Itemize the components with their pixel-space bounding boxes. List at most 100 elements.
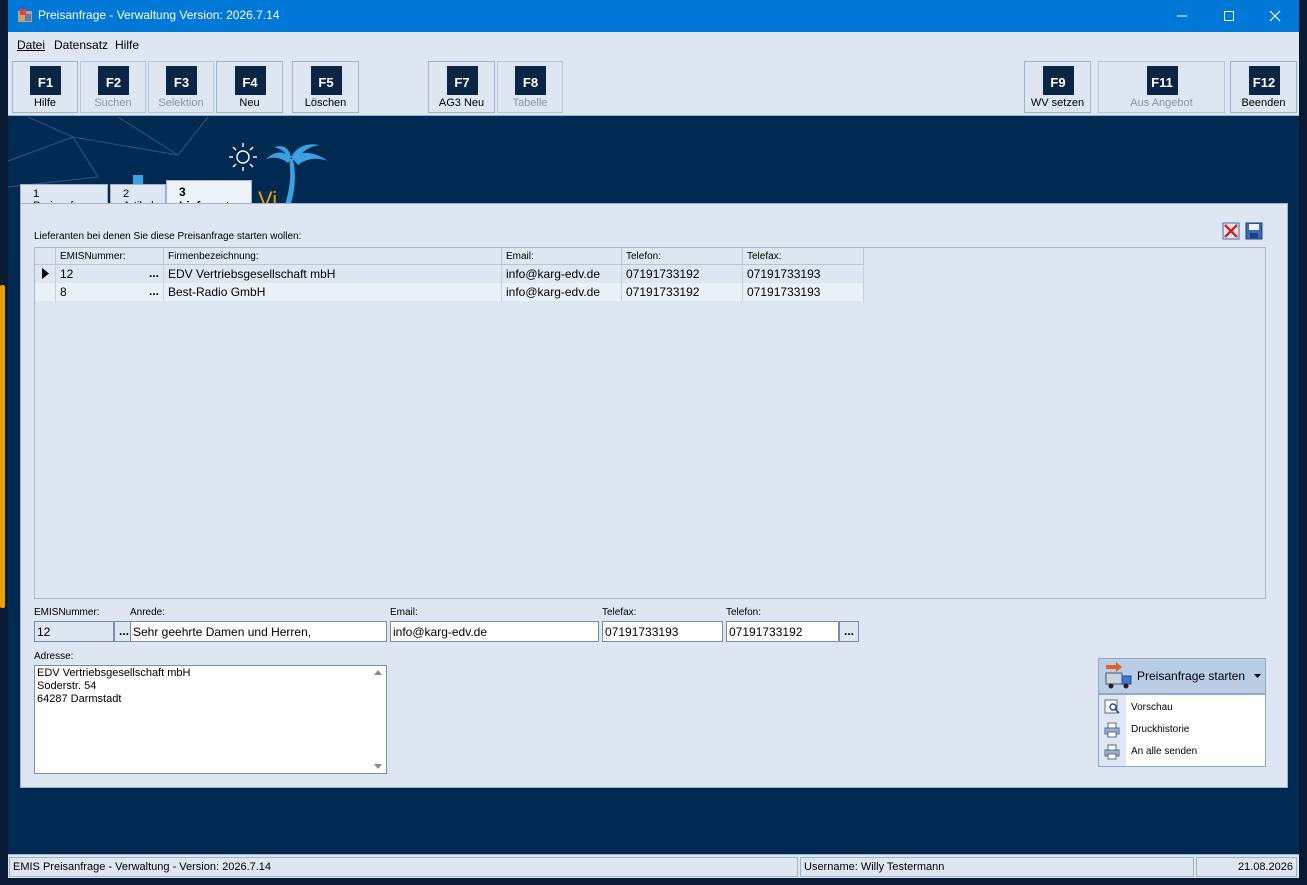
f9-wv-setzen-button[interactable]: F9 WV setzen — [1024, 61, 1091, 113]
close-icon — [1269, 10, 1281, 22]
printer-icon — [1104, 744, 1120, 760]
menu-item-an-alle-senden[interactable]: An alle senden — [1099, 741, 1265, 763]
truck-send-icon — [1105, 662, 1132, 689]
cell-firmenbezeichnung[interactable]: Best-Radio GmbH — [164, 283, 502, 301]
table-row[interactable]: 12 ... EDV Vertriebsgesellschaft mbH inf… — [35, 265, 864, 283]
tab-lieferanten[interactable]: 3 Lieferanten — [166, 180, 252, 213]
menu-item-label: An alle senden — [1131, 746, 1198, 757]
status-date: 21.08.2026 — [1196, 857, 1297, 877]
row-indicator — [35, 283, 56, 301]
f9-label: WV setzen — [1030, 97, 1085, 109]
anrede-label: Anrede: — [130, 607, 166, 618]
column-header-telefon[interactable]: Telefon: — [622, 248, 743, 265]
adresse-label: Adresse: — [34, 651, 74, 662]
cell-email[interactable]: info@karg-edv.de — [502, 283, 622, 301]
emisnummer-label: EMISNummer: — [34, 607, 100, 618]
minimize-button[interactable] — [1159, 0, 1205, 32]
f7-label: AG3 Neu — [438, 97, 485, 109]
adresse-line: 64287 Darmstadt — [37, 693, 122, 705]
maximize-button[interactable] — [1206, 0, 1252, 32]
f1-key: F1 — [30, 66, 61, 95]
emis-lookup-button[interactable]: ... — [146, 265, 162, 283]
table-row[interactable]: 8 ... Best-Radio GmbH info@karg-edv.de 0… — [35, 283, 864, 301]
printer-icon — [1104, 722, 1120, 738]
adresse-textarea[interactable]: EDV Vertriebsgesellschaft mbH Soderstr. … — [34, 665, 387, 774]
row-indicator — [35, 265, 56, 283]
telefon-field[interactable]: 07191733192 — [726, 621, 839, 642]
f2-key: F2 — [98, 66, 129, 95]
cell-telefon[interactable]: 07191733192 — [622, 265, 743, 283]
status-app-version: EMIS Preisanfrage - Verwaltung - Version… — [9, 857, 798, 877]
email-field[interactable]: info@karg-edv.de — [390, 621, 599, 642]
save-record-button[interactable] — [1245, 222, 1263, 240]
cell-telefax[interactable]: 07191733193 — [743, 283, 864, 301]
f5-label: Löschen — [304, 97, 347, 109]
preisanfrage-starten-menu: Vorschau Druckhistorie An alle senden — [1098, 694, 1266, 767]
f9-key: F9 — [1042, 66, 1074, 95]
adresse-line: EDV Vertriebsgesellschaft mbH — [37, 667, 191, 679]
status-username: Username: Willy Testermann — [800, 857, 1194, 877]
tab-artikel[interactable]: 2 Artikel — [110, 184, 166, 212]
lieferanten-grid[interactable]: EMISNummer: Firmenbezeichnung: Email: Te… — [34, 247, 1266, 599]
app-window: Preisanfrage - Verwaltung Version: 2026.… — [8, 0, 1299, 878]
f3-key: F3 — [166, 66, 197, 95]
f1-hilfe-button[interactable]: F1 Hilfe — [12, 61, 78, 113]
f8-tabelle-button[interactable]: F8 Tabelle — [497, 61, 563, 113]
background-window-edge — [0, 285, 5, 608]
f8-label: Tabelle — [512, 97, 548, 109]
anrede-field[interactable]: Sehr geehrte Damen und Herren, — [130, 621, 387, 642]
cell-telefax[interactable]: 07191733193 — [743, 265, 864, 283]
cell-email[interactable]: info@karg-edv.de — [502, 265, 622, 283]
grid-caption: Lieferanten bei denen Sie diese Preisanf… — [34, 231, 302, 242]
cell-telefon[interactable]: 07191733192 — [622, 283, 743, 301]
menu-item-vorschau[interactable]: Vorschau — [1099, 697, 1265, 719]
column-header-emisnummer[interactable]: EMISNummer: — [56, 248, 164, 265]
telefax-field[interactable]: 07191733193 — [602, 621, 723, 642]
f4-key: F4 — [234, 66, 266, 95]
adresse-scrollbar[interactable] — [370, 666, 386, 773]
cell-firmenbezeichnung[interactable]: EDV Vertriebsgesellschaft mbH — [164, 265, 502, 283]
telefon-dial-button[interactable]: ... — [839, 621, 859, 642]
emisnummer-field[interactable]: 12 — [34, 621, 114, 642]
menu-bar: Datei Datensatz Hilfe — [8, 32, 1299, 58]
menu-item-label: Vorschau — [1131, 702, 1173, 713]
minimize-icon — [1177, 15, 1187, 17]
menu-datei[interactable]: Datei — [17, 38, 45, 52]
f12-key: F12 — [1248, 66, 1280, 95]
f3-selektion-button[interactable]: F3 Selektion — [148, 61, 214, 113]
menu-item-druckhistorie[interactable]: Druckhistorie — [1099, 719, 1265, 741]
f2-suchen-button[interactable]: F2 Suchen — [80, 61, 146, 113]
column-header-telefax[interactable]: Telefax: — [743, 248, 864, 265]
delete-record-button[interactable] — [1222, 222, 1240, 240]
f5-key: F5 — [310, 66, 342, 95]
adresse-line: Soderstr. 54 — [37, 680, 97, 692]
lieferanten-panel: Lieferanten bei denen Sie diese Preisanf… — [20, 203, 1288, 788]
current-row-arrow-icon — [42, 268, 49, 279]
close-button[interactable] — [1252, 0, 1298, 32]
f3-label: Selektion — [158, 97, 204, 109]
tab-preisanfrage[interactable]: 1 Preisanfrage — [20, 184, 108, 212]
title-bar: Preisanfrage - Verwaltung Version: 2026.… — [8, 0, 1299, 32]
f11-aus-angebot-button[interactable]: F11 Aus Angebot — [1098, 61, 1225, 113]
row-header-column — [35, 248, 56, 265]
f4-neu-button[interactable]: F4 Neu — [216, 61, 283, 113]
chevron-down-icon — [1254, 674, 1261, 678]
f5-loeschen-button[interactable]: F5 Löschen — [292, 61, 359, 113]
sun-icon — [229, 143, 257, 171]
menu-datensatz[interactable]: Datensatz — [54, 38, 108, 52]
save-icon — [1245, 222, 1263, 240]
f4-label: Neu — [239, 97, 260, 109]
f7-ag3-neu-button[interactable]: F7 AG3 Neu — [428, 61, 495, 113]
maximize-icon — [1224, 11, 1234, 21]
menu-hilfe[interactable]: Hilfe — [115, 38, 139, 52]
menu-item-label: Druckhistorie — [1131, 724, 1190, 735]
start-button-label: Preisanfrage starten — [1137, 669, 1246, 683]
column-header-email[interactable]: Email: — [502, 248, 622, 265]
column-header-firmenbezeichnung[interactable]: Firmenbezeichnung: — [164, 248, 502, 265]
f12-beenden-button[interactable]: F12 Beenden — [1230, 61, 1297, 113]
f11-label: Aus Angebot — [1130, 97, 1193, 109]
preview-icon — [1104, 699, 1120, 714]
preisanfrage-starten-button[interactable]: Preisanfrage starten — [1098, 658, 1266, 694]
emis-lookup-button[interactable]: ... — [146, 283, 162, 301]
window-title: Preisanfrage - Verwaltung Version: 2026.… — [38, 8, 280, 22]
